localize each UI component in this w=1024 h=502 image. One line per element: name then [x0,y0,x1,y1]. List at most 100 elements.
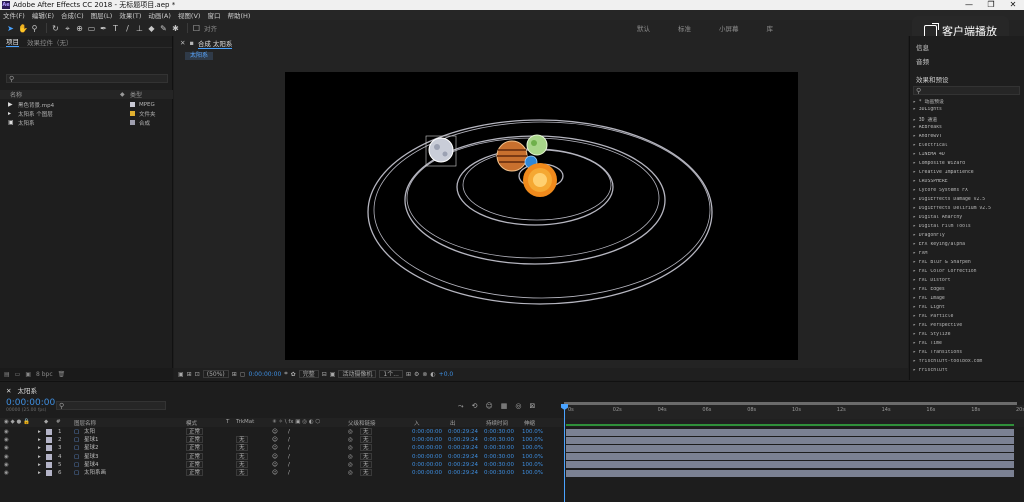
toggle-mask-icon[interactable]: ▣ [330,371,336,378]
preview-time-display[interactable]: 0:00:00:00 [248,371,281,378]
clone-stamp-tool-icon[interactable]: ⊥ [135,24,144,33]
pixel-aspect-icon[interactable]: ⊞ [406,371,411,378]
effects-category-item[interactable]: ▸ CINEMA 4D [913,152,1021,157]
layer-stretch[interactable]: 100.0% [522,461,543,469]
menu-animation[interactable]: 动画(A) [148,10,171,20]
column-trkmat[interactable]: TrkMat [236,419,254,425]
new-composition-icon[interactable]: ▣ [25,371,31,378]
column-out[interactable]: 出 [450,419,456,427]
always-preview-icon[interactable]: ▣ [178,371,184,378]
menu-help[interactable]: 帮助(H) [227,10,250,20]
layer-row[interactable]: ◉ ▸ 5 ▢ 星球4 正常 无 ☺ / ◎ 无 0:00:00:00 0:00:29:24 0:00:3… [0,460,564,469]
layer-label-swatch[interactable] [46,453,52,460]
pan-behind-tool-icon[interactable]: ⊕ [75,24,84,33]
layer-duration[interactable]: 0:00:30:00 [484,461,514,469]
composition-subtab[interactable]: 太阳系 [185,52,214,60]
tab-composition[interactable]: 合成 太阳系 [197,38,233,49]
menu-edit[interactable]: 编辑(E) [32,10,54,20]
close-tab-icon[interactable]: ✕ [180,39,185,47]
roto-brush-tool-icon[interactable]: ✎ [159,24,168,33]
audio-panel-title[interactable]: 音频 [916,56,929,66]
blend-mode-dropdown[interactable]: 正常 [186,452,204,460]
quality-switch-icon[interactable]: / [288,428,290,436]
blend-mode-dropdown[interactable]: 正常 [186,460,204,468]
draft-3d-icon[interactable]: ⟲ [472,402,478,411]
visibility-eye-icon[interactable]: ◉ [4,428,9,436]
workspace-standard[interactable]: 标准 [678,23,691,33]
maximize-button[interactable]: ❐ [980,0,1002,10]
expand-triangle-icon[interactable]: ▸ [38,469,41,477]
parent-dropdown[interactable]: 无 [360,469,372,476]
info-panel-title[interactable]: 信息 [916,42,929,52]
layer-duration[interactable]: 0:00:30:00 [484,453,514,461]
mask-visibility-icon[interactable]: ⊞ [187,371,192,378]
lock-icon[interactable]: ▪ [189,39,193,47]
flowchart-icon[interactable]: ⊗ [422,371,427,378]
effects-category-item[interactable]: ▸ 3DLights [913,107,1021,112]
resolution-dropdown[interactable]: 完整 [298,370,319,378]
layer-duration-bar[interactable] [566,436,1014,444]
effects-category-item[interactable]: ▸ Composite Wizard [913,161,1021,166]
effects-category-item[interactable]: ▸ CROSSPHERE [913,179,1021,184]
blend-mode-dropdown[interactable]: 正常 [186,444,204,452]
title-safe-icon[interactable]: ⊞ [232,371,237,378]
layer-in-time[interactable]: 0:00:00:00 [412,453,442,461]
effects-category-item[interactable]: ▸ FXC Transitions [913,350,1021,355]
rotate-tool-icon[interactable]: ↻ [51,24,60,33]
layer-duration[interactable]: 0:00:30:00 [484,469,514,477]
puppet-pin-tool-icon[interactable]: ✱ [171,24,180,33]
region-of-interest-icon[interactable]: ▢ [240,371,246,378]
visibility-eye-icon[interactable]: ◉ [4,469,9,477]
column-parent[interactable]: 父级和链接 [348,419,376,427]
shy-switch-icon[interactable]: ☺ [272,461,278,469]
menu-effect[interactable]: 效果(T) [119,10,141,20]
close-tab-icon[interactable]: ✕ [6,387,11,395]
delete-icon[interactable]: 🗑 [58,371,66,378]
shy-switch-icon[interactable]: ☺ [272,453,278,461]
workspace-small-screen[interactable]: 小屏幕 [719,23,739,33]
quality-switch-icon[interactable]: / [288,436,290,444]
hand-tool-icon[interactable]: ✋ [18,24,28,33]
layer-name[interactable]: 星球3 [84,453,99,461]
effects-category-item[interactable]: ▸ Digital Anarchy [913,215,1021,220]
effects-category-item[interactable]: ▸ 3D 通道 [913,116,1021,123]
layer-row[interactable]: ◉ ▸ 6 ▢ 太阳系画 正常 无 ☺ / ◎ 无 0:00:00:00 0:00:29:24 0:00:… [0,469,564,477]
shy-layers-icon[interactable]: ☺ [485,402,492,411]
parent-dropdown[interactable]: 无 [360,452,372,460]
effects-category-item[interactable]: ▸ DragonFly [913,233,1021,238]
layer-stretch[interactable]: 100.0% [522,469,543,477]
timeline-search-input[interactable]: ⚲ [56,401,166,410]
close-button[interactable]: ✕ [1002,0,1024,10]
project-item[interactable]: ▣ 太阳系 合成 [0,118,173,127]
tab-effect-controls[interactable]: 效果控件（无） [27,37,73,47]
layer-label-swatch[interactable] [46,470,52,476]
layer-row[interactable]: ◉ ▸ 3 ▢ 星球2 正常 无 ☺ / ◎ 无 0:00:00:00 0:00:29:24 0:00:3… [0,444,564,452]
effects-category-item[interactable]: ▸ FXC Color Correction [913,269,1021,274]
effects-category-item[interactable]: ▸ AEBreaks [913,125,1021,130]
layer-label-swatch[interactable] [46,429,52,435]
layer-duration-bar[interactable] [566,469,1014,477]
layer-out-time[interactable]: 0:00:29:24 [448,428,478,436]
visibility-eye-icon[interactable]: ◉ [4,436,9,444]
project-item[interactable]: ▶ 黑色背景.mp4 MPEG [0,100,173,109]
trackmat-dropdown[interactable]: 无 [236,436,248,444]
layer-out-time[interactable]: 0:00:29:24 [448,436,478,444]
blend-mode-dropdown[interactable]: 正常 [186,469,204,476]
exposure-value[interactable]: +0.0 [439,371,454,378]
pen-tool-icon[interactable]: ✒ [99,24,108,33]
workspace-library[interactable]: 库 [767,23,774,33]
layer-duration-bar[interactable] [566,453,1014,461]
effects-category-item[interactable]: ▸ FXM [913,251,1021,256]
layer-duration-bar[interactable] [566,444,1014,452]
layer-row[interactable]: ◉ ▸ 2 ▢ 星球1 正常 无 ☺ / ◎ 无 0:00:00:00 0:00:29:24 0:00:3… [0,436,564,444]
effects-category-item[interactable]: ▸ Cycore Systems FX [913,188,1021,193]
column-type[interactable]: 类型 [130,90,142,99]
effects-category-item[interactable]: ▸ DigiEffects Damage v2.5 [913,197,1021,202]
workspace-default[interactable]: 默认 [637,23,650,33]
parent-pickwhip-icon[interactable]: ◎ [348,428,353,436]
layer-stretch[interactable]: 100.0% [522,436,543,444]
zoom-tool-icon[interactable]: ⚲ [30,24,39,33]
layer-in-time[interactable]: 0:00:00:00 [412,469,442,477]
layer-row[interactable]: ◉ ▸ 1 ▢ 太阳 正常 ☺ / ◎ 无 0:00:00:00 0:00:29:24 0:00:30:… [0,428,564,436]
layer-duration-bar[interactable] [566,461,1014,469]
